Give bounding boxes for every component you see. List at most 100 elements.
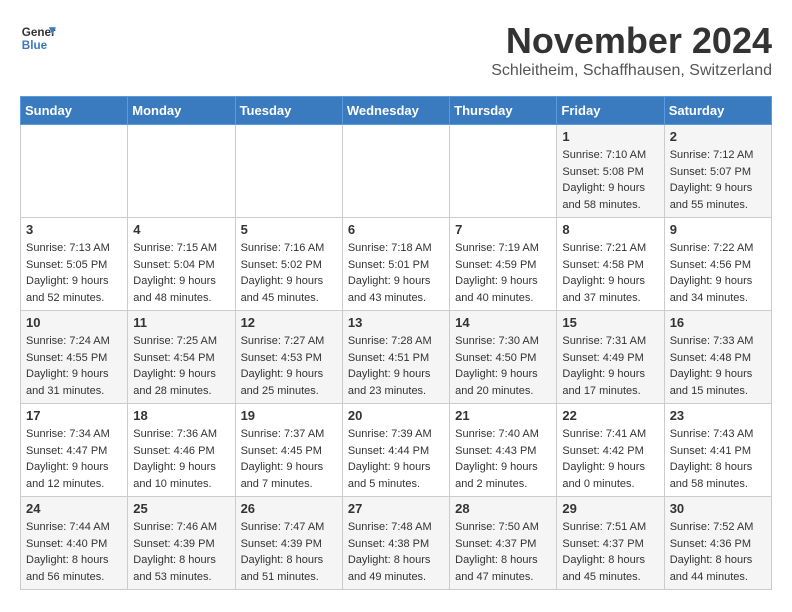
table-row: 24Sunrise: 7:44 AMSunset: 4:40 PMDayligh… bbox=[21, 497, 128, 590]
day-number: 6 bbox=[348, 222, 444, 237]
day-info: Sunrise: 7:46 AMSunset: 4:39 PMDaylight:… bbox=[133, 519, 229, 585]
table-row: 30Sunrise: 7:52 AMSunset: 4:36 PMDayligh… bbox=[664, 497, 771, 590]
day-info: Sunrise: 7:18 AMSunset: 5:01 PMDaylight:… bbox=[348, 240, 444, 306]
day-info: Sunrise: 7:47 AMSunset: 4:39 PMDaylight:… bbox=[241, 519, 337, 585]
table-row: 3Sunrise: 7:13 AMSunset: 5:05 PMDaylight… bbox=[21, 218, 128, 311]
daylight-text: Daylight: 9 hours and 31 minutes. bbox=[26, 366, 122, 399]
day-number: 21 bbox=[455, 408, 551, 423]
table-row bbox=[342, 125, 449, 218]
day-number: 11 bbox=[133, 315, 229, 330]
table-row: 25 Sunrise: 7:46 AMSunset: 4:39 PMDayligh… bbox=[128, 497, 235, 590]
daylight-text: Daylight: 9 hours and 2 minutes. bbox=[455, 459, 551, 492]
svg-text:Blue: Blue bbox=[22, 39, 48, 52]
day-number: 30 bbox=[670, 501, 766, 516]
day-number: 12 bbox=[241, 315, 337, 330]
sunset-text: Sunset: 4:45 PM bbox=[241, 443, 337, 460]
day-number: 19 bbox=[241, 408, 337, 423]
day-info: Sunrise: 7:30 AMSunset: 4:50 PMDaylight:… bbox=[455, 333, 551, 399]
sunset-text: Sunset: 5:02 PM bbox=[241, 257, 337, 274]
day-number: 2 bbox=[670, 129, 766, 144]
day-number: 5 bbox=[241, 222, 337, 237]
daylight-text: Daylight: 9 hours and 52 minutes. bbox=[26, 273, 122, 306]
day-info: Sunrise: 7:22 AMSunset: 4:56 PMDaylight:… bbox=[670, 240, 766, 306]
month-title: November 2024 bbox=[491, 20, 772, 62]
daylight-text: Daylight: 8 hours and 49 minutes. bbox=[348, 552, 444, 585]
sunset-text: Sunset: 5:08 PM bbox=[562, 164, 658, 181]
sunrise-text: Sunrise: 7:24 AM bbox=[26, 333, 122, 350]
sunset-text: Sunset: 4:55 PM bbox=[26, 350, 122, 367]
sunrise-text: Sunrise: 7:51 AM bbox=[562, 519, 658, 536]
sunrise-text: Sunrise: 7:15 AM bbox=[133, 240, 229, 257]
day-number: 16 bbox=[670, 315, 766, 330]
sunset-text: Sunset: 4:54 PM bbox=[133, 350, 229, 367]
day-number: 13 bbox=[348, 315, 444, 330]
logo-icon: General Blue bbox=[20, 20, 56, 56]
table-row: 6 Sunrise: 7:18 AMSunset: 5:01 PMDaylight… bbox=[342, 218, 449, 311]
day-number: 20 bbox=[348, 408, 444, 423]
sunrise-text: Sunrise: 7:34 AM bbox=[26, 426, 122, 443]
sunrise-text: Sunrise: 7:47 AM bbox=[241, 519, 337, 536]
day-info: Sunrise: 7:41 AMSunset: 4:42 PMDaylight:… bbox=[562, 426, 658, 492]
day-number: 3 bbox=[26, 222, 122, 237]
table-row: 18 Sunrise: 7:36 AMSunset: 4:46 PMDayligh… bbox=[128, 404, 235, 497]
day-info: Sunrise: 7:28 AMSunset: 4:51 PMDaylight:… bbox=[348, 333, 444, 399]
sunset-text: Sunset: 4:43 PM bbox=[455, 443, 551, 460]
day-number: 1 bbox=[562, 129, 658, 144]
day-number: 9 bbox=[670, 222, 766, 237]
table-row bbox=[128, 125, 235, 218]
daylight-text: Daylight: 9 hours and 28 minutes. bbox=[133, 366, 229, 399]
sunrise-text: Sunrise: 7:44 AM bbox=[26, 519, 122, 536]
day-info: Sunrise: 7:40 AMSunset: 4:43 PMDaylight:… bbox=[455, 426, 551, 492]
daylight-text: Daylight: 9 hours and 43 minutes. bbox=[348, 273, 444, 306]
daylight-text: Daylight: 8 hours and 56 minutes. bbox=[26, 552, 122, 585]
day-info: Sunrise: 7:12 AMSunset: 5:07 PMDaylight:… bbox=[670, 147, 766, 213]
header-wednesday: Wednesday bbox=[342, 97, 449, 125]
table-row: 4Sunrise: 7:15 AMSunset: 5:04 PMDaylight… bbox=[128, 218, 235, 311]
sunrise-text: Sunrise: 7:16 AM bbox=[241, 240, 337, 257]
day-number: 18 bbox=[133, 408, 229, 423]
sunset-text: Sunset: 4:59 PM bbox=[455, 257, 551, 274]
table-row: 21 Sunrise: 7:40 AMSunset: 4:43 PMDayligh… bbox=[450, 404, 557, 497]
daylight-text: Daylight: 9 hours and 10 minutes. bbox=[133, 459, 229, 492]
daylight-text: Daylight: 8 hours and 47 minutes. bbox=[455, 552, 551, 585]
daylight-text: Daylight: 9 hours and 55 minutes. bbox=[670, 180, 766, 213]
sunset-text: Sunset: 4:53 PM bbox=[241, 350, 337, 367]
day-info: Sunrise: 7:24 AMSunset: 4:55 PMDaylight:… bbox=[26, 333, 122, 399]
day-info: Sunrise: 7:37 AMSunset: 4:45 PMDaylight:… bbox=[241, 426, 337, 492]
sunrise-text: Sunrise: 7:12 AM bbox=[670, 147, 766, 164]
header-friday: Friday bbox=[557, 97, 664, 125]
day-number: 7 bbox=[455, 222, 551, 237]
day-info: Sunrise: 7:10 AMSunset: 5:08 PMDaylight:… bbox=[562, 147, 658, 213]
sunset-text: Sunset: 5:01 PM bbox=[348, 257, 444, 274]
sunrise-text: Sunrise: 7:37 AM bbox=[241, 426, 337, 443]
day-number: 10 bbox=[26, 315, 122, 330]
daylight-text: Daylight: 9 hours and 7 minutes. bbox=[241, 459, 337, 492]
header-sunday: Sunday bbox=[21, 97, 128, 125]
table-row: 16 Sunrise: 7:33 AMSunset: 4:48 PMDayligh… bbox=[664, 311, 771, 404]
daylight-text: Daylight: 9 hours and 23 minutes. bbox=[348, 366, 444, 399]
sunrise-text: Sunrise: 7:52 AM bbox=[670, 519, 766, 536]
table-row: 15Sunrise: 7:31 AMSunset: 4:49 PMDayligh… bbox=[557, 311, 664, 404]
sunrise-text: Sunrise: 7:31 AM bbox=[562, 333, 658, 350]
daylight-text: Daylight: 8 hours and 45 minutes. bbox=[562, 552, 658, 585]
table-row: 8Sunrise: 7:21 AMSunset: 4:58 PMDaylight… bbox=[557, 218, 664, 311]
sunset-text: Sunset: 4:58 PM bbox=[562, 257, 658, 274]
day-info: Sunrise: 7:36 AMSunset: 4:46 PMDaylight:… bbox=[133, 426, 229, 492]
sunrise-text: Sunrise: 7:28 AM bbox=[348, 333, 444, 350]
day-number: 14 bbox=[455, 315, 551, 330]
day-number: 25 bbox=[133, 501, 229, 516]
day-info: Sunrise: 7:44 AMSunset: 4:40 PMDaylight:… bbox=[26, 519, 122, 585]
sunrise-text: Sunrise: 7:19 AM bbox=[455, 240, 551, 257]
table-row: 19 Sunrise: 7:37 AMSunset: 4:45 PMDayligh… bbox=[235, 404, 342, 497]
daylight-text: Daylight: 9 hours and 25 minutes. bbox=[241, 366, 337, 399]
sunrise-text: Sunrise: 7:21 AM bbox=[562, 240, 658, 257]
day-info: Sunrise: 7:33 AMSunset: 4:48 PMDaylight:… bbox=[670, 333, 766, 399]
sunrise-text: Sunrise: 7:50 AM bbox=[455, 519, 551, 536]
daylight-text: Daylight: 9 hours and 20 minutes. bbox=[455, 366, 551, 399]
table-row: 29Sunrise: 7:51 AMSunset: 4:37 PMDayligh… bbox=[557, 497, 664, 590]
day-info: Sunrise: 7:15 AMSunset: 5:04 PMDaylight:… bbox=[133, 240, 229, 306]
daylight-text: Daylight: 9 hours and 48 minutes. bbox=[133, 273, 229, 306]
day-number: 8 bbox=[562, 222, 658, 237]
sunset-text: Sunset: 4:37 PM bbox=[562, 536, 658, 553]
table-row: 20Sunrise: 7:39 AMSunset: 4:44 PMDayligh… bbox=[342, 404, 449, 497]
